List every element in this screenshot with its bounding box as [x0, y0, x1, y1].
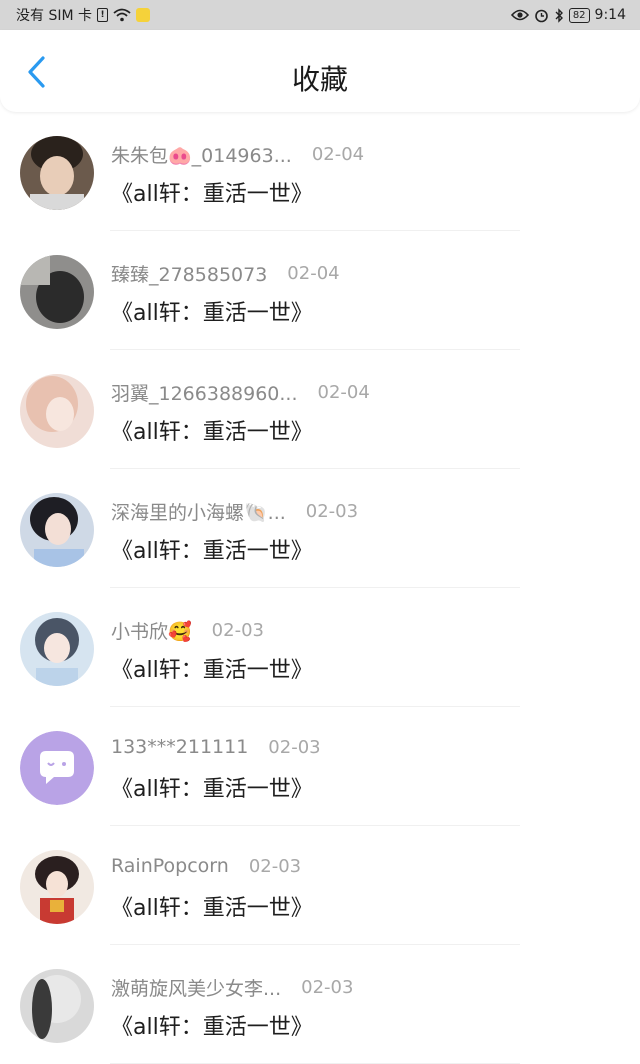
item-date: 02-03 [211, 620, 264, 641]
bluetooth-icon [554, 7, 564, 23]
app-header: 收藏 [0, 30, 640, 112]
avatar[interactable] [20, 255, 94, 329]
avatar[interactable] [20, 374, 94, 448]
item-meta: 激萌旋风美少女李... 02-03 [111, 974, 353, 1001]
author-name: 133***211111 [111, 736, 249, 758]
page-title: 收藏 [291, 63, 348, 96]
item-title: 《all轩：重活一世》 [111, 539, 313, 564]
item-meta: 羽翼_1266388960... 02-04 [111, 379, 370, 406]
item-title: 《all轩：重活一世》 [111, 658, 313, 683]
clock-time: 9:14 [594, 7, 626, 23]
list-item[interactable]: 激萌旋风美少女李... 02-03 《all轩：重活一世》 [0, 945, 640, 1064]
avatar[interactable] [20, 969, 94, 1043]
item-date: 02-04 [317, 382, 370, 403]
item-meta: 朱朱包🐽_014963... 02-04 [111, 141, 364, 168]
item-title: 《all轩：重活一世》 [111, 777, 313, 802]
item-date: 02-03 [248, 855, 302, 877]
item-date: 02-03 [301, 977, 354, 998]
wifi-icon [113, 8, 131, 22]
list-item[interactable]: 臻臻_278585073 02-04 《all轩：重活一世》 [0, 231, 640, 350]
carrier-text: 没有 SIM 卡 [16, 8, 92, 24]
author-name: 朱朱包🐽_014963... [111, 145, 292, 167]
item-date: 02-04 [311, 144, 365, 165]
sim-alert-icon: ! [97, 8, 108, 22]
status-right: 82 9:14 [510, 7, 626, 23]
avatar[interactable] [20, 136, 94, 210]
list-item[interactable]: 羽翼_1266388960... 02-04 《all轩：重活一世》 [0, 350, 640, 469]
list-item[interactable]: 朱朱包🐽_014963... 02-04 《all轩：重活一世》 [0, 112, 640, 231]
item-date: 02-03 [305, 501, 359, 522]
list-item[interactable]: RainPopcorn 02-03 《all轩：重活一世》 [0, 826, 640, 945]
item-date: 02-04 [287, 263, 340, 284]
item-meta: 深海里的小海螺🐚... 02-03 [111, 498, 358, 525]
notification-app-icon [136, 8, 150, 22]
list-item[interactable]: 深海里的小海螺🐚... 02-03 《all轩：重活一世》 [0, 469, 640, 588]
status-bar: 没有 SIM 卡 ! 82 9:14 [0, 0, 640, 30]
author-name: 小书欣🥰 [111, 621, 192, 643]
item-meta: 133***211111 02-03 [111, 736, 321, 758]
avatar[interactable] [20, 493, 94, 567]
default-avatar[interactable] [20, 731, 94, 805]
item-title: 《all轩：重活一世》 [111, 420, 313, 445]
eye-icon [510, 9, 529, 21]
item-title: 《all轩：重活一世》 [111, 301, 313, 326]
status-left: 没有 SIM 卡 ! [16, 5, 150, 25]
item-title: 《all轩：重活一世》 [111, 1015, 313, 1040]
item-title: 《all轩：重活一世》 [111, 896, 313, 921]
item-meta: 臻臻_278585073 02-04 [111, 260, 340, 287]
item-title: 《all轩：重活一世》 [111, 182, 313, 207]
list-item[interactable]: 小书欣🥰 02-03 《all轩：重活一世》 [0, 588, 640, 707]
author-name: 深海里的小海螺🐚... [111, 502, 286, 524]
alarm-icon [534, 8, 549, 23]
avatar[interactable] [20, 850, 94, 924]
item-meta: 小书欣🥰 02-03 [111, 617, 264, 644]
list-item[interactable]: 133***211111 02-03 《all轩：重活一世》 [0, 707, 640, 826]
author-name: 臻臻_278585073 [111, 264, 268, 286]
item-meta: RainPopcorn 02-03 [111, 855, 301, 877]
battery-indicator: 82 [568, 7, 590, 23]
avatar[interactable] [20, 612, 94, 686]
author-name: 羽翼_1266388960... [111, 383, 298, 405]
author-name: RainPopcorn [111, 855, 229, 877]
item-date: 02-03 [268, 736, 321, 758]
author-name: 激萌旋风美少女李... [111, 978, 282, 1000]
favorites-list: 朱朱包🐽_014963... 02-04 《all轩：重活一世》 臻臻_2785… [0, 112, 640, 1064]
